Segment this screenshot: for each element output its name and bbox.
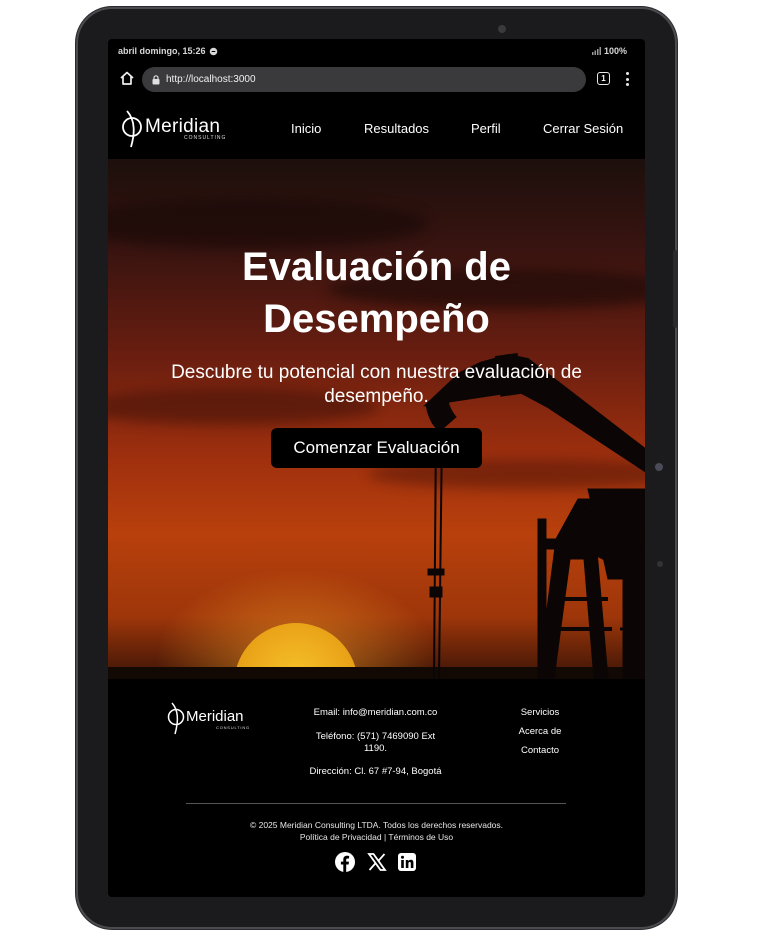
lock-icon: [152, 74, 160, 84]
tab-count: 1: [601, 74, 606, 83]
footer-legal-links: Política de Privacidad | Términos de Uso: [108, 831, 645, 843]
x-icon[interactable]: [366, 851, 388, 873]
footer-link-contacto[interactable]: Contacto: [508, 741, 572, 760]
nav-link-cerrar-sesion[interactable]: Cerrar Sesión: [543, 121, 623, 136]
site-footer: Meridian CONSULTING Email: info@meridian…: [108, 679, 645, 897]
linkedin-icon[interactable]: [397, 852, 417, 872]
pumpjack-silhouette: [422, 352, 645, 679]
battery-level: 100%: [603, 46, 627, 56]
sensor-dot: [655, 463, 663, 471]
footer-logo[interactable]: Meridian CONSULTING: [164, 700, 264, 736]
hero-title-line-1: Evaluación de: [242, 245, 511, 289]
logo-subtitle: CONSULTING: [184, 135, 227, 141]
footer-address: Dirección: Cl. 67 #7-94, Bogotá: [309, 766, 442, 777]
footer-links: Servicios Acerca de Contacto: [508, 703, 572, 760]
notification-icon: [209, 47, 217, 55]
privacy-policy-link[interactable]: Política de Privacidad: [300, 832, 382, 842]
tab-switcher-button[interactable]: 1: [597, 72, 610, 85]
nav-link-perfil[interactable]: Perfil: [471, 121, 501, 136]
legal-separator: |: [383, 832, 387, 842]
terms-of-use-link[interactable]: Términos de Uso: [388, 832, 453, 842]
status-time: abril domingo, 15:26: [118, 46, 206, 56]
home-icon[interactable]: [118, 69, 136, 87]
camera-icon: [498, 25, 506, 33]
footer-link-acerca-de[interactable]: Acerca de: [508, 722, 572, 741]
header-logo[interactable]: Meridian CONSULTING: [118, 107, 233, 149]
footer-logo-wordmark: Meridian: [186, 708, 244, 725]
footer-link-servicios[interactable]: Servicios: [508, 703, 572, 722]
address-bar[interactable]: http://localhost:3000: [142, 67, 586, 92]
footer-copyright: © 2025 Meridian Consulting LTDA. Todos l…: [249, 820, 504, 830]
footer-logo-subtitle: CONSULTING: [216, 725, 250, 730]
nav-link-inicio[interactable]: Inicio: [291, 121, 321, 136]
nav-link-resultados[interactable]: Resultados: [364, 121, 429, 136]
footer-phone: Teléfono: (571) 7469090 Ext 1190.: [315, 731, 436, 754]
meridian-logo-icon: [122, 110, 142, 148]
footer-divider: [186, 803, 566, 804]
footer-email: Email: info@meridian.com.co: [313, 707, 438, 718]
start-evaluation-button[interactable]: Comenzar Evaluación: [271, 428, 482, 468]
hero-subtitle: Descubre tu potencial con nuestra evalua…: [171, 362, 582, 407]
sensor-dot: [657, 561, 663, 567]
hero-title: Evaluación de Desempeño: [108, 241, 645, 345]
hero-title-line-2: Desempeño: [263, 297, 490, 341]
hero-section: Evaluación de Desempeño Descubre tu pote…: [108, 159, 645, 679]
device-screen: abril domingo, 15:26 100% http://localho…: [108, 39, 645, 897]
signal-icon: [591, 47, 601, 55]
status-bar: abril domingo, 15:26 100%: [108, 39, 645, 63]
url-text: http://localhost:3000: [166, 74, 256, 85]
volume-button: [673, 250, 677, 328]
site-header: Meridian CONSULTING Inicio Resultados Pe…: [108, 97, 645, 159]
browser-menu-button[interactable]: [620, 71, 634, 87]
browser-toolbar: http://localhost:3000 1: [108, 63, 645, 97]
facebook-icon[interactable]: [334, 851, 356, 873]
